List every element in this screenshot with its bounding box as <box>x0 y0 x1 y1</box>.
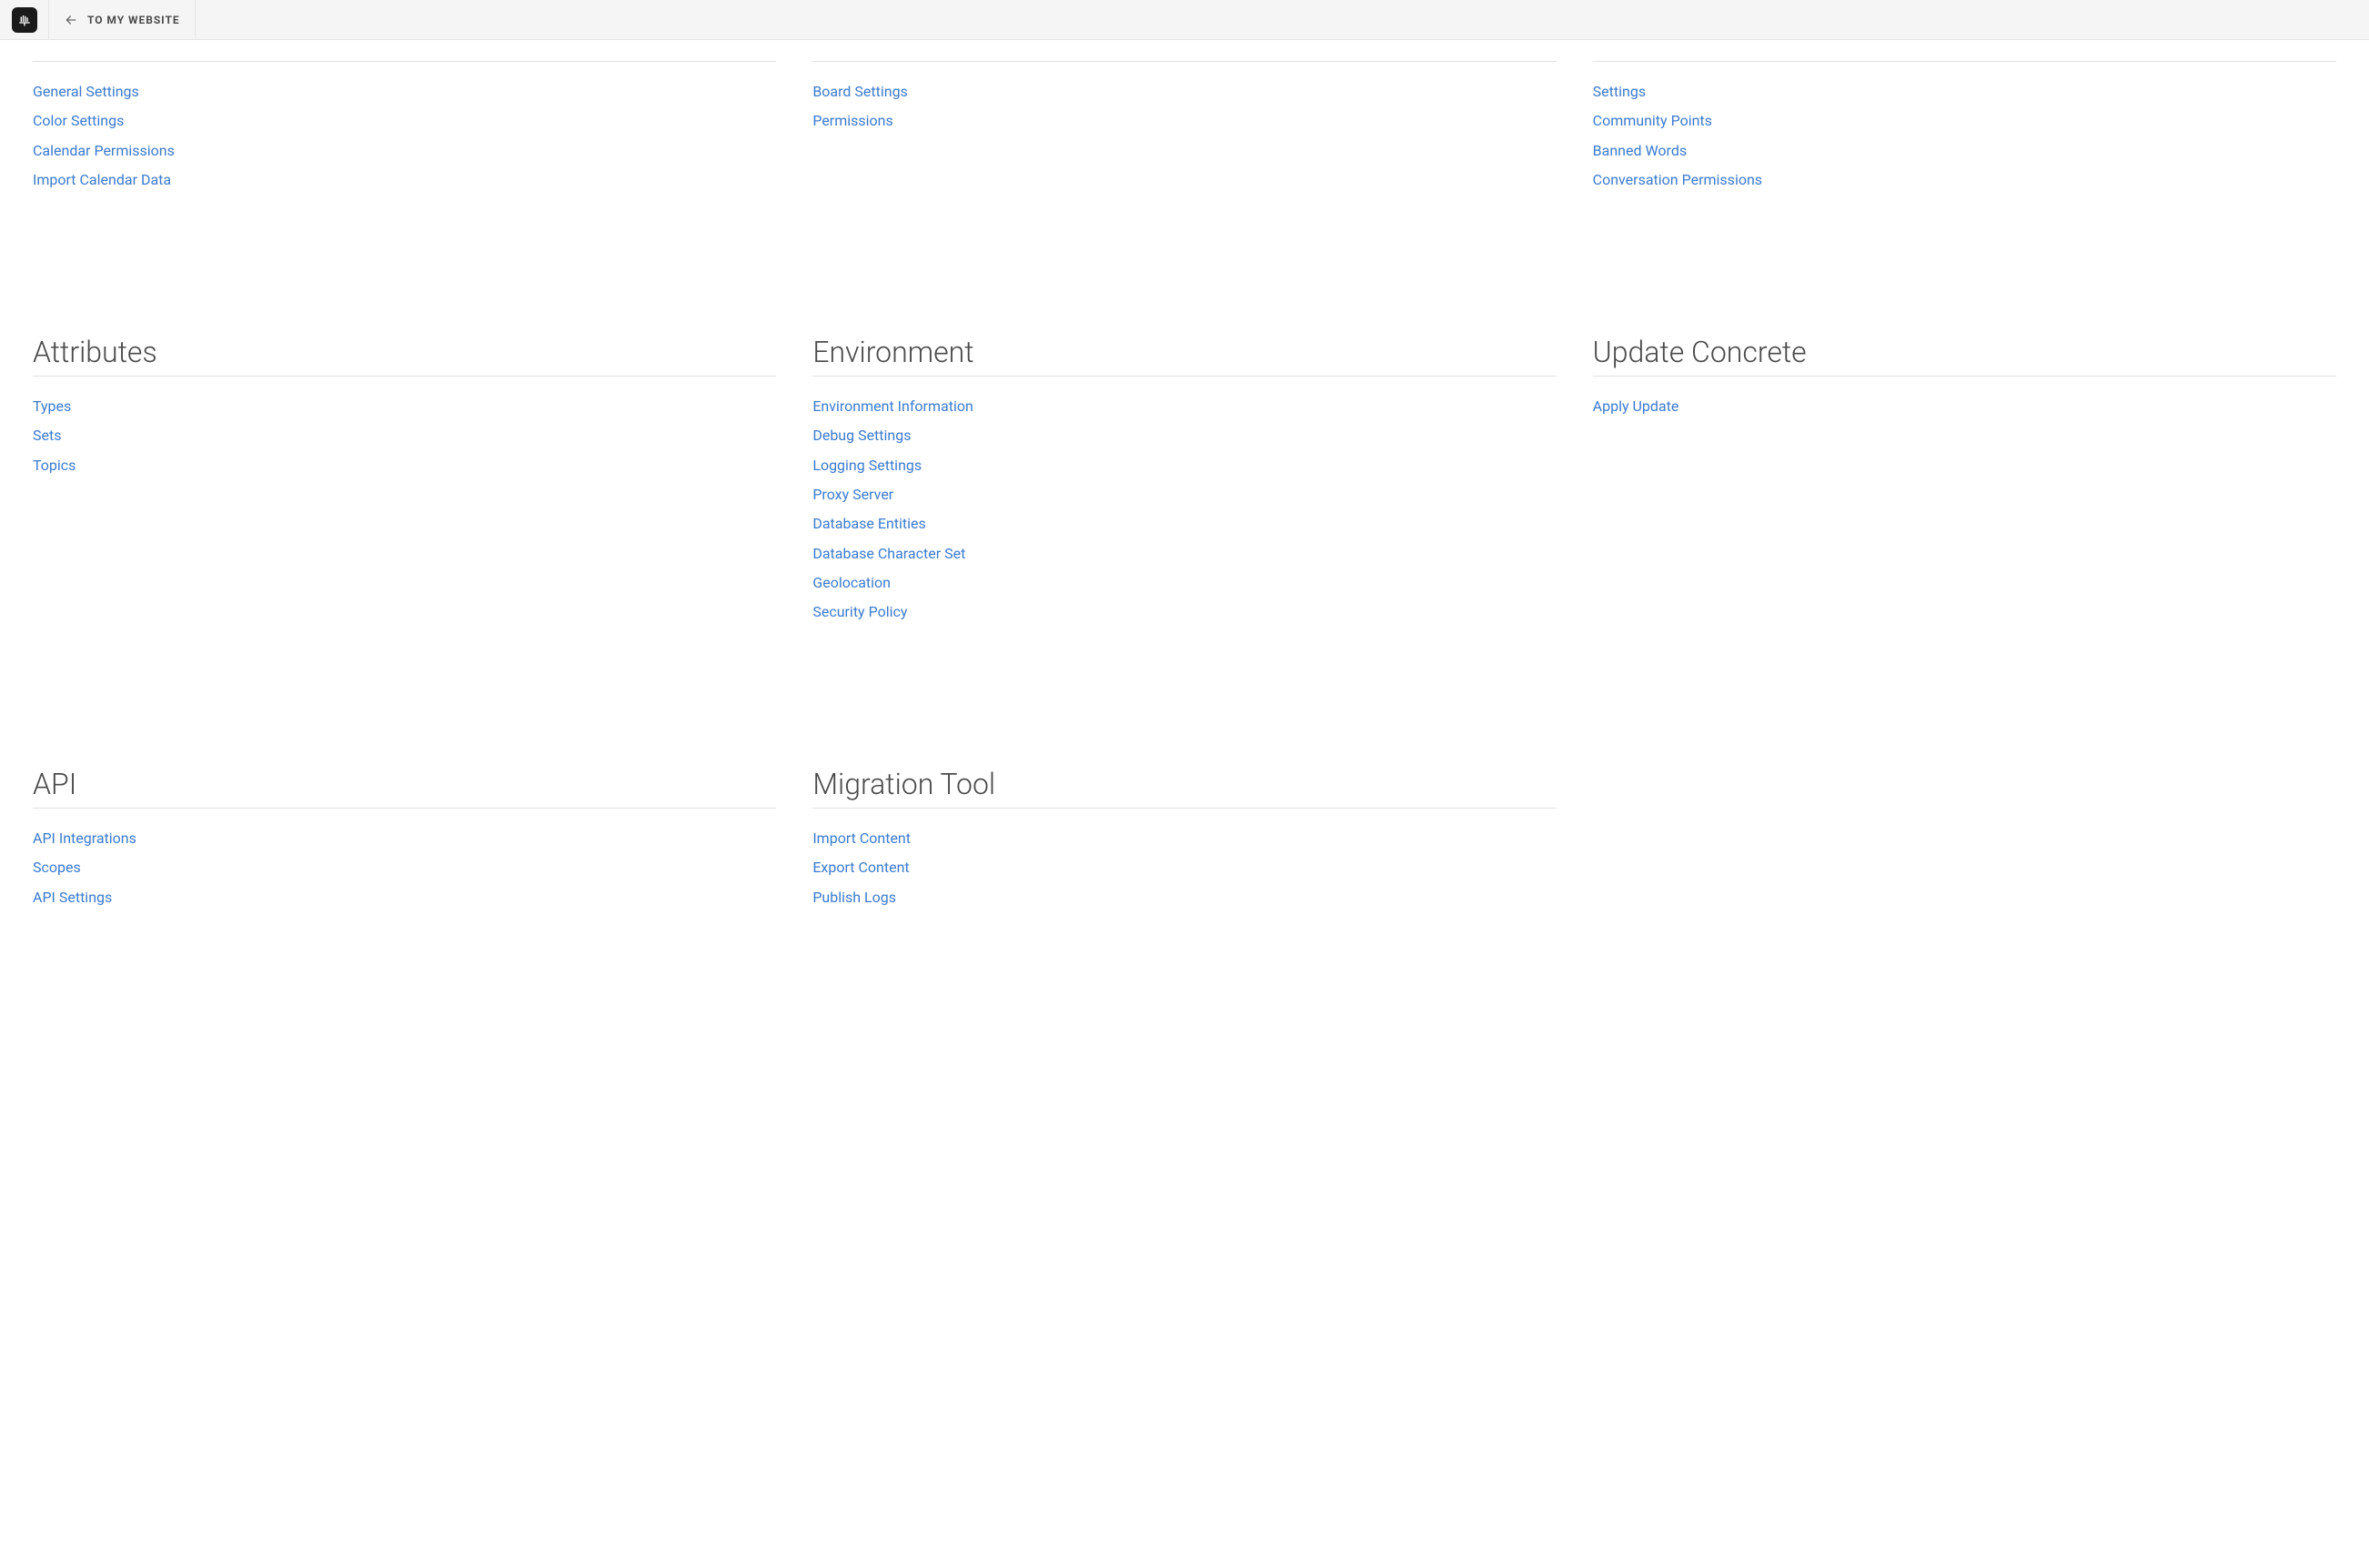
section-attributes: Attributes Types Sets Topics <box>33 337 776 623</box>
arrow-left-icon <box>64 13 78 27</box>
link-list: Environment Information Debug Settings L… <box>812 397 1556 623</box>
settings-link[interactable]: Color Settings <box>33 111 776 131</box>
top-bar: TO MY WEBSITE <box>0 0 2369 40</box>
settings-link[interactable]: Banned Words <box>1593 141 2336 161</box>
section-heading: Conversations <box>1593 40 1776 43</box>
section-environment: Environment Environment Information Debu… <box>812 337 1556 623</box>
section-heading: API <box>33 769 776 809</box>
settings-link[interactable]: Geolocation <box>812 573 1556 593</box>
section-heading: Boards <box>812 40 902 43</box>
settings-link[interactable]: Topics <box>33 456 776 476</box>
section-api: API API Integrations Scopes API Settings <box>33 769 776 908</box>
settings-link[interactable]: Export Content <box>812 858 1556 878</box>
settings-link[interactable]: Permissions <box>812 111 1556 131</box>
section-boards: Boards Board Settings Permissions <box>812 40 1556 191</box>
link-list: Apply Update <box>1593 397 2336 417</box>
concrete-logo-icon <box>12 7 37 33</box>
settings-link[interactable]: Scopes <box>33 858 776 878</box>
main-content: Calendar General Settings Color Settings… <box>0 40 2369 962</box>
section-heading: Environment <box>812 337 1556 377</box>
back-link-label: TO MY WEBSITE <box>87 14 180 26</box>
link-list: Types Sets Topics <box>33 397 776 476</box>
link-list: Import Content Export Content Publish Lo… <box>812 829 1556 908</box>
section-conversations: Conversations Settings Community Points … <box>1593 40 2336 191</box>
section-migration-tool: Migration Tool Import Content Export Con… <box>812 769 1556 908</box>
logo-container[interactable] <box>0 0 49 40</box>
settings-link[interactable]: Proxy Server <box>812 485 1556 505</box>
settings-link[interactable]: Import Content <box>812 829 1556 849</box>
settings-link[interactable]: Sets <box>33 426 776 446</box>
sections-grid: Calendar General Settings Color Settings… <box>33 40 2336 908</box>
section-heading: Calendar <box>33 40 146 43</box>
settings-link[interactable]: Database Entities <box>812 514 1556 534</box>
settings-link[interactable]: Conversation Permissions <box>1593 170 2336 190</box>
settings-link[interactable]: Import Calendar Data <box>33 170 776 190</box>
settings-link[interactable]: Settings <box>1593 82 2336 102</box>
section-heading: Attributes <box>33 337 776 377</box>
settings-link[interactable]: General Settings <box>33 82 776 102</box>
settings-link[interactable]: Security Policy <box>812 602 1556 622</box>
settings-link[interactable]: Database Character Set <box>812 544 1556 564</box>
settings-link[interactable]: API Integrations <box>33 829 776 849</box>
link-list: Settings Community Points Banned Words C… <box>1593 82 2336 191</box>
section-heading: Migration Tool <box>812 769 1556 809</box>
settings-link[interactable]: Logging Settings <box>812 456 1556 476</box>
link-list: API Integrations Scopes API Settings <box>33 829 776 908</box>
settings-link[interactable]: Types <box>33 397 776 417</box>
section-calendar: Calendar General Settings Color Settings… <box>33 40 776 191</box>
link-list: General Settings Color Settings Calendar… <box>33 82 776 191</box>
settings-link[interactable]: Environment Information <box>812 397 1556 417</box>
link-list: Board Settings Permissions <box>812 82 1556 132</box>
section-empty <box>1593 769 2336 908</box>
settings-link[interactable]: Debug Settings <box>812 426 1556 446</box>
settings-link[interactable]: Apply Update <box>1593 397 2336 417</box>
settings-link[interactable]: Publish Logs <box>812 888 1556 908</box>
section-update-concrete: Update Concrete Apply Update <box>1593 337 2336 623</box>
settings-link[interactable]: Board Settings <box>812 82 1556 102</box>
section-heading: Update Concrete <box>1593 337 2336 377</box>
settings-link[interactable]: API Settings <box>33 888 776 908</box>
settings-link[interactable]: Community Points <box>1593 111 2336 131</box>
back-to-website-link[interactable]: TO MY WEBSITE <box>49 0 196 40</box>
settings-link[interactable]: Calendar Permissions <box>33 141 776 161</box>
